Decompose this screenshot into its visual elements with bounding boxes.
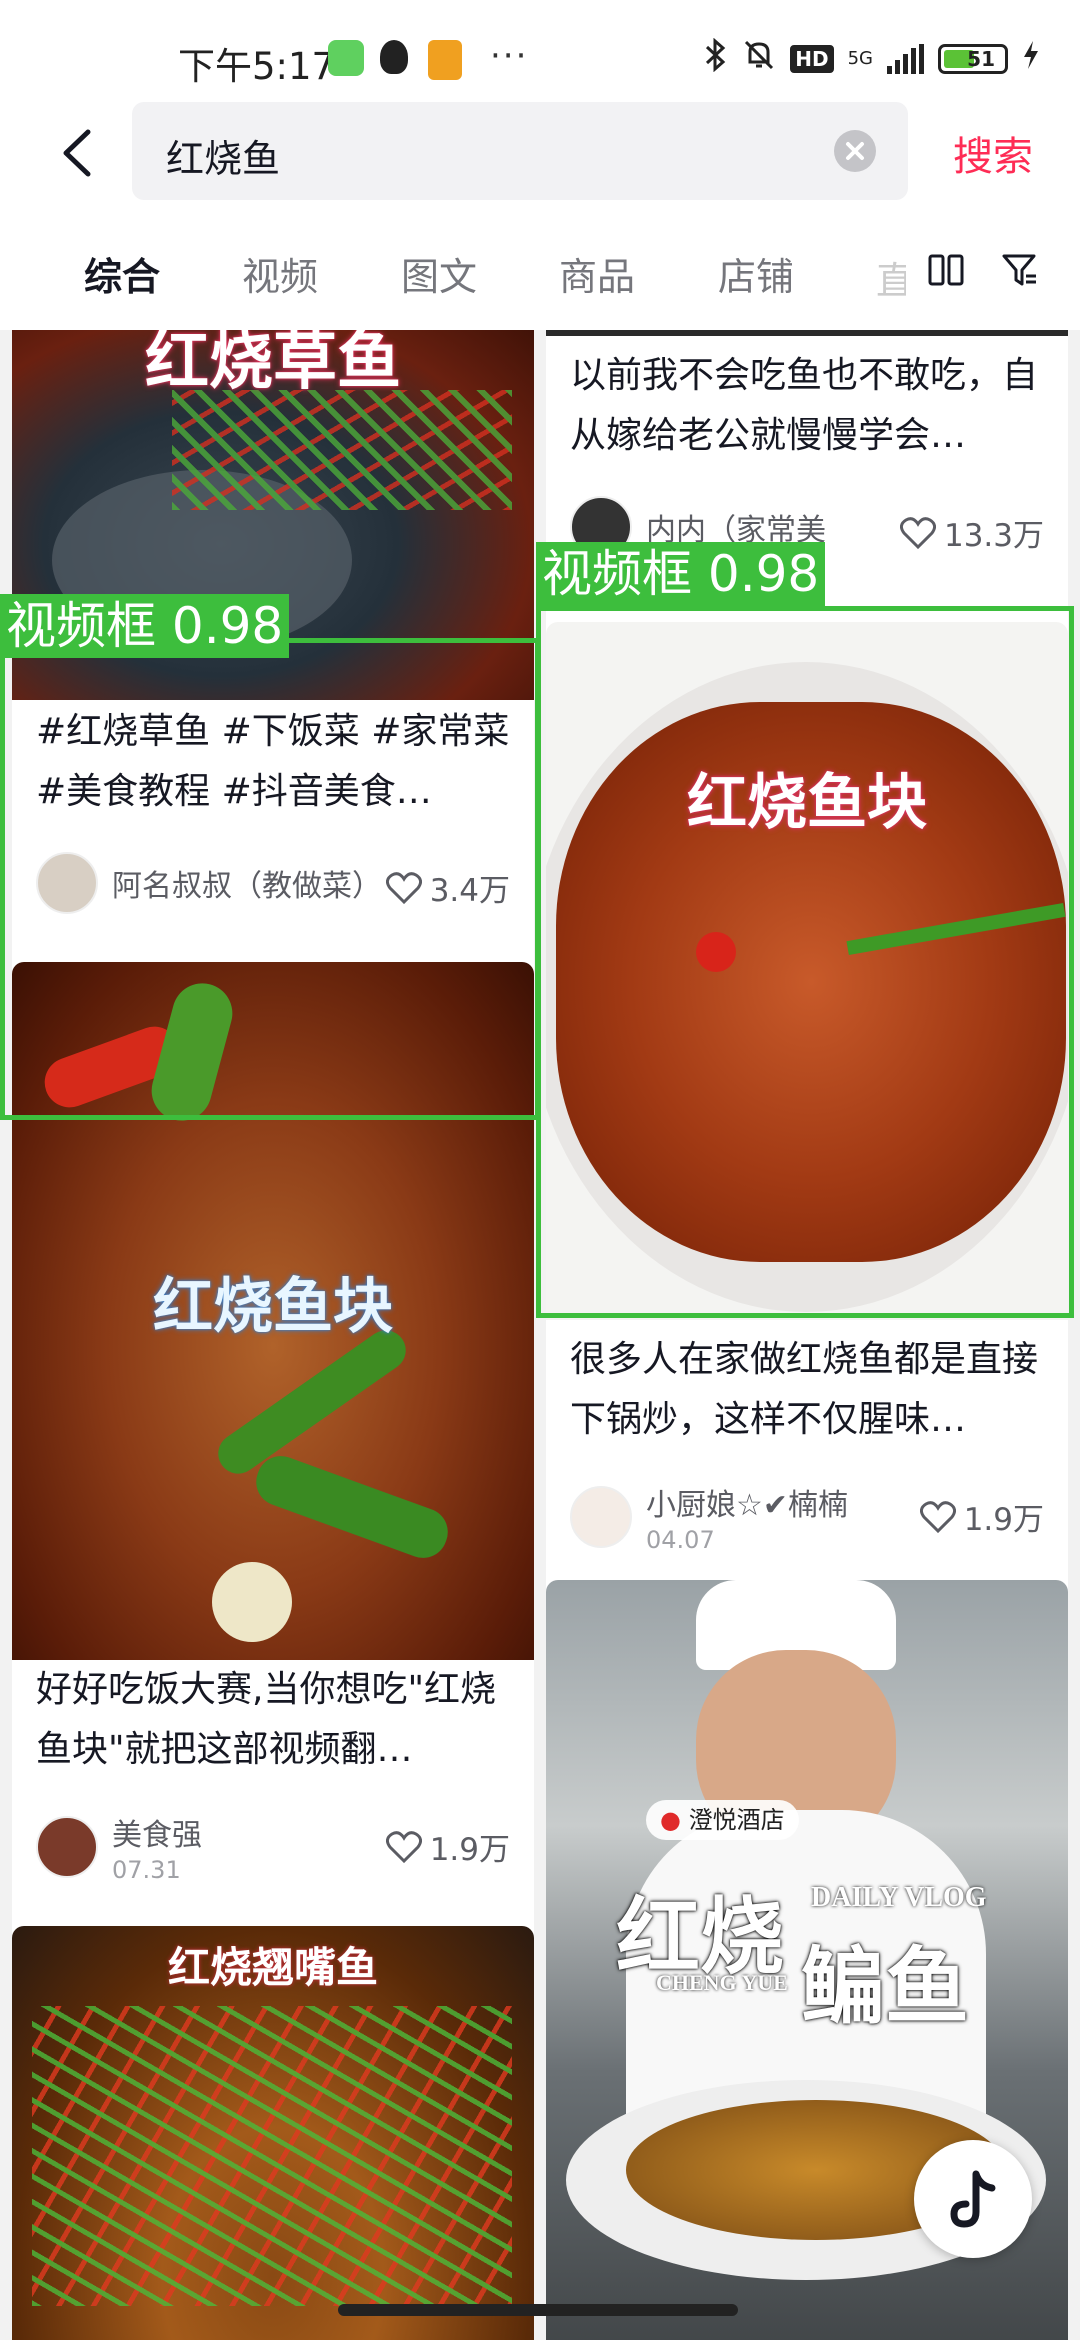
like-number: 1.9万 xyxy=(429,1832,510,1868)
status-indicators: HD 5G 51 xyxy=(704,37,1040,79)
bluetooth-icon xyxy=(704,37,728,79)
like-count[interactable]: 13.3万 xyxy=(899,510,1044,555)
battery-icon: 51 xyxy=(938,43,1008,74)
garnish xyxy=(172,390,512,510)
like-number: 13.3万 xyxy=(943,518,1044,554)
hd-badge: HD xyxy=(790,44,834,73)
thumbnail-title: 红烧鱼块 xyxy=(687,768,927,838)
video-thumbnail[interactable]: 红烧鱼块 xyxy=(546,622,1068,1320)
card-description: 很多人在家做红烧鱼都是直接下锅炒，这样不仅腥味… xyxy=(570,1339,1039,1440)
green-pepper xyxy=(210,1322,414,1482)
home-indicator[interactable] xyxy=(338,2304,738,2316)
vlog-tag: DAILY VLOG xyxy=(811,1882,987,1913)
more-notifications-icon: ··· xyxy=(490,36,529,76)
wechat-notification-icon xyxy=(328,40,364,76)
location-pin-icon: ● xyxy=(660,1806,681,1834)
heart-icon xyxy=(899,516,936,549)
card-author[interactable]: 小厨娘☆✔楠楠 04.07 xyxy=(570,1480,848,1554)
douyin-logo-button[interactable] xyxy=(914,2140,1032,2258)
search-input[interactable]: 红烧鱼 xyxy=(132,102,908,200)
author-name: 美食强 xyxy=(112,1818,202,1853)
red-pepper xyxy=(696,932,736,972)
filter-icon[interactable] xyxy=(1000,250,1040,290)
network-type: 5G xyxy=(847,47,873,69)
result-card[interactable]: ● 澄悦酒店 红烧 DAILY VLOG 鳊鱼 CHENG YUE xyxy=(546,1580,1068,2340)
thumbnail-title: 红烧草鱼 xyxy=(145,330,401,399)
back-button[interactable] xyxy=(50,118,110,188)
card-description: 好好吃饭大赛,当你想吃"红烧鱼块"就把这部视频翻… xyxy=(36,1669,497,1770)
location-tag: ● 澄悦酒店 xyxy=(646,1800,799,1840)
card-description: 以前我不会吃鱼也不敢吃，自从嫁给老公就慢慢学会… xyxy=(570,355,1039,456)
card-description: #红烧草鱼 #下饭菜 #家常菜 #美食教程 #抖音美食… xyxy=(36,711,510,812)
location-name: 澄悦酒店 xyxy=(688,1806,785,1834)
tab-live[interactable]: 直 xyxy=(876,250,906,305)
like-count[interactable]: 1.9万 xyxy=(385,1824,510,1869)
result-card[interactable]: 红烧鱼块 很多人在家做红烧鱼都是直接下锅炒，这样不仅腥味… 小厨娘☆✔楠楠 04… xyxy=(546,622,1068,1652)
status-bar: 下午5:17 ··· HD 5G 51 xyxy=(0,0,1080,100)
thumbnail-subtitle: 鳊鱼 xyxy=(801,1938,970,2036)
tab-shops[interactable]: 店铺 xyxy=(718,246,794,301)
detection-label: 视频框 0.98 xyxy=(0,594,290,658)
author-name: 阿名叔叔（教做菜） xyxy=(112,869,382,904)
post-date: 07.31 xyxy=(112,1856,181,1884)
status-time: 下午5:17 xyxy=(178,45,336,88)
green-pepper xyxy=(249,1449,455,1565)
heart-icon xyxy=(385,1830,422,1863)
card-author[interactable]: 美食强 07.31 xyxy=(36,1810,202,1884)
tab-comprehensive[interactable]: 综合 xyxy=(84,246,160,301)
like-number: 3.4万 xyxy=(429,873,510,909)
author-name: 小厨娘☆✔楠楠 xyxy=(646,1488,849,1523)
avatar xyxy=(36,1816,98,1878)
like-count[interactable]: 3.4万 xyxy=(385,865,510,910)
charging-icon xyxy=(1022,40,1040,77)
mute-bell-icon xyxy=(742,38,776,79)
like-number: 1.9万 xyxy=(963,1502,1044,1538)
result-tabs: 综合 视频 图文 商品 店铺 直 xyxy=(0,220,1080,330)
search-header: 红烧鱼 搜索 xyxy=(0,100,1080,220)
thumbnail-title: 红烧鱼块 xyxy=(153,1272,393,1342)
like-count[interactable]: 1.9万 xyxy=(919,1494,1044,1539)
avatar xyxy=(36,852,98,914)
video-thumbnail[interactable]: 红烧翘嘴鱼 xyxy=(12,1926,534,2340)
video-thumbnail[interactable]: 红烧鱼块 xyxy=(12,962,534,1660)
back-arrow-icon xyxy=(63,129,91,177)
clear-search-button[interactable] xyxy=(834,130,876,172)
tab-video[interactable]: 视频 xyxy=(242,246,318,301)
heart-icon xyxy=(919,1500,956,1533)
douyin-icon xyxy=(950,2170,996,2228)
layout-toggle-icon[interactable] xyxy=(926,250,966,290)
video-thumbnail[interactable] xyxy=(546,330,1068,336)
detection-label: 视频框 0.98 xyxy=(536,542,826,606)
app58-notification-icon xyxy=(428,40,462,80)
heart-icon xyxy=(385,871,422,904)
garnish xyxy=(32,2006,512,2306)
search-results-feed: 红烧草鱼 #红烧草鱼 #下饭菜 #家常菜 #美食教程 #抖音美食… 阿名叔叔（教… xyxy=(0,330,1080,2340)
battery-level: 51 xyxy=(967,46,995,71)
result-card[interactable]: 红烧翘嘴鱼 xyxy=(12,1926,534,2340)
search-query: 红烧鱼 xyxy=(166,137,281,181)
signal-icon xyxy=(887,43,924,74)
tab-image-text[interactable]: 图文 xyxy=(401,246,477,301)
tab-products[interactable]: 商品 xyxy=(559,246,635,301)
post-date: 04.07 xyxy=(646,1526,715,1554)
card-author[interactable]: 阿名叔叔（教做菜） xyxy=(36,852,382,914)
thumbnail-title: 红烧翘嘴鱼 xyxy=(167,1943,378,1992)
garlic xyxy=(212,1562,292,1642)
result-card[interactable]: 红烧鱼块 好好吃饭大赛,当你想吃"红烧鱼块"就把这部视频翻… 美食强 07.31… xyxy=(12,962,534,1944)
qq-notification-icon xyxy=(380,40,408,74)
close-icon xyxy=(846,142,864,160)
brand-label: CHENG YUE xyxy=(656,1970,788,1995)
search-button[interactable]: 搜索 xyxy=(953,124,1033,182)
avatar xyxy=(570,1486,632,1548)
